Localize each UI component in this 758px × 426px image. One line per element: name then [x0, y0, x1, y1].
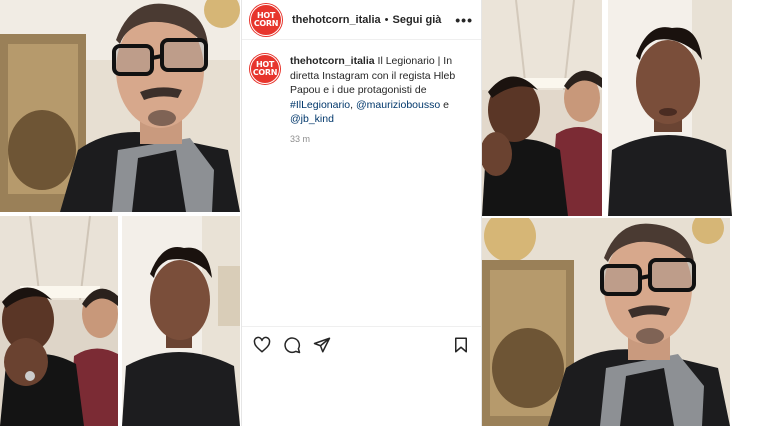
follow-status-button[interactable]: Segui già [392, 14, 441, 26]
header-separator: • [384, 13, 389, 26]
video-still-young-man [122, 216, 240, 426]
post-caption: HOT CORN thehotcorn_italia Il Legionario… [250, 54, 472, 127]
save-icon[interactable] [451, 335, 471, 355]
video-still-two-men-right [482, 0, 602, 216]
mention-link-2[interactable]: @jb_kind [290, 113, 334, 125]
video-still-young-man-right [608, 0, 732, 216]
avatar-logo-text: HOT CORN [253, 10, 279, 28]
mention-link-1[interactable]: @mauriziobousso [356, 99, 440, 111]
caption-username[interactable]: thehotcorn_italia [290, 55, 375, 67]
video-still-two-men [0, 216, 118, 426]
left-collage [0, 0, 241, 426]
video-still-man-with-glasses [0, 0, 240, 212]
caption-avatar[interactable]: HOT CORN [250, 54, 280, 84]
profile-avatar[interactable]: HOT CORN [250, 3, 282, 36]
post-actions-bar [242, 326, 481, 362]
caption-avatar-logo-text: HOT CORN [252, 60, 278, 77]
like-icon[interactable] [252, 335, 272, 355]
caption-sep-2: e [440, 98, 449, 111]
post-timestamp: 33 m [290, 134, 311, 144]
hashtag-link[interactable]: #IlLegionario [290, 99, 350, 111]
post-username[interactable]: thehotcorn_italia [292, 14, 381, 26]
caption-text: thehotcorn_italia Il Legionario | In dir… [290, 54, 472, 127]
more-horizontal-icon[interactable]: ••• [455, 12, 473, 28]
video-still-man-with-glasses-right [482, 218, 730, 426]
instagram-post: HOT CORN thehotcorn_italia • Segui già •… [241, 0, 482, 426]
post-header: HOT CORN thehotcorn_italia • Segui già •… [242, 0, 481, 40]
comment-icon[interactable] [282, 335, 302, 355]
share-icon[interactable] [312, 335, 332, 355]
right-collage [482, 0, 758, 426]
